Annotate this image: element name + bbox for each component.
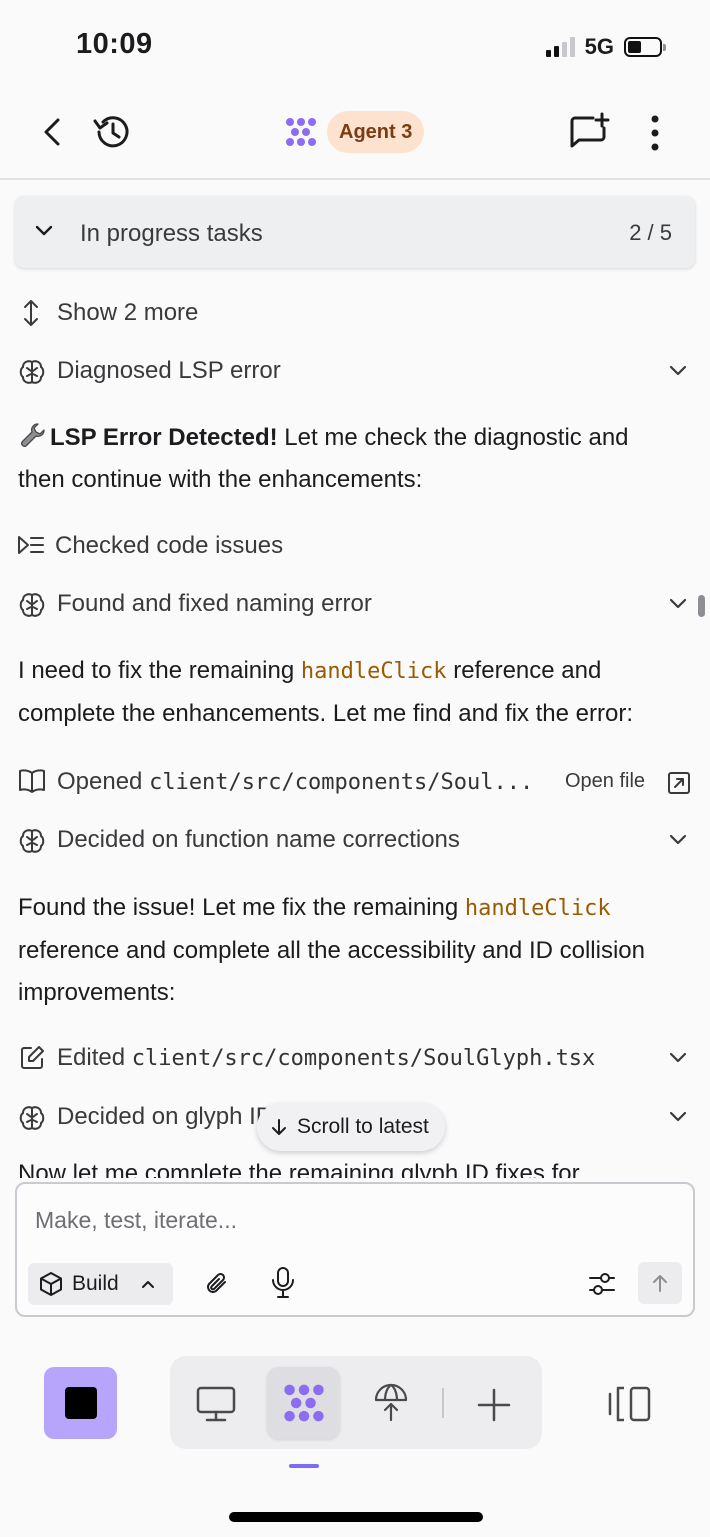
- show-more-button[interactable]: Show 2 more: [57, 299, 198, 327]
- expand-diagnosed-button[interactable]: [669, 364, 687, 378]
- more-options-button[interactable]: [650, 115, 660, 151]
- chevron-down-icon: [35, 224, 53, 238]
- code-check-icon: [17, 534, 45, 556]
- status-time: 10:09: [76, 28, 153, 60]
- paperclip-icon: [207, 1272, 226, 1293]
- external-link-icon[interactable]: [667, 771, 691, 795]
- arrow-up-icon: [653, 1275, 667, 1292]
- tool-item-edited: Edited client/src/components/SoulGlyph.t…: [57, 1044, 595, 1072]
- stop-button[interactable]: [44, 1367, 117, 1439]
- scrollbar-thumb[interactable]: [698, 595, 705, 617]
- open-file-label: Open file: [565, 770, 646, 792]
- settings-button[interactable]: [588, 1271, 616, 1297]
- brain-icon: [18, 591, 46, 619]
- edited-path: client/src/components/SoulGlyph.tsx: [131, 1046, 596, 1071]
- open-file-link[interactable]: Open file: [565, 770, 645, 793]
- chevron-up-icon: [141, 1281, 154, 1288]
- wrench-icon: [18, 421, 50, 449]
- book-icon: [18, 768, 46, 794]
- prompt-input[interactable]: [35, 1204, 575, 1236]
- deploy-icon: [374, 1383, 408, 1422]
- add-tab-button[interactable]: [476, 1387, 512, 1423]
- cube-icon: [40, 1272, 62, 1296]
- code-reference: handleClick: [464, 896, 611, 921]
- opened-label: Opened: [57, 768, 150, 795]
- edit-icon: [19, 1045, 45, 1071]
- deploy-tab[interactable]: [373, 1382, 409, 1422]
- tool-item-opened: Opened client/src/components/Soul...: [57, 768, 533, 796]
- message-text: I need to fix the remaining: [18, 657, 301, 684]
- voice-button[interactable]: [270, 1266, 296, 1300]
- more-vertical-icon: [651, 115, 659, 151]
- new-chat-icon: [570, 112, 610, 148]
- tool-item-checked: Checked code issues: [55, 532, 284, 559]
- chevron-left-icon: [44, 118, 60, 146]
- home-indicator[interactable]: [229, 1512, 483, 1522]
- scroll-to-latest-button[interactable]: Scroll to latest: [257, 1103, 445, 1151]
- edited-label: Edited: [57, 1044, 132, 1071]
- send-button[interactable]: [638, 1262, 682, 1304]
- scroll-to-latest-label: Scroll to latest: [297, 1115, 429, 1138]
- mode-label: Build: [72, 1272, 119, 1295]
- code-reference: handleClick: [300, 659, 447, 684]
- tool-item-diagnosed: Diagnosed LSP error: [57, 357, 281, 384]
- back-button[interactable]: [38, 116, 66, 148]
- panels-button[interactable]: [607, 1384, 653, 1424]
- chevron-down-icon: [669, 598, 687, 609]
- expand-edited-button[interactable]: [669, 1051, 687, 1065]
- network-type: 5G: [584, 34, 614, 59]
- new-chat-button[interactable]: [569, 112, 611, 152]
- preview-tab[interactable]: [195, 1385, 237, 1423]
- tab-separator: [442, 1388, 444, 1418]
- expand-vertical-icon: [20, 298, 42, 328]
- agent-message: Found the issue! Let me fix the remainin…: [18, 887, 678, 1014]
- active-tab-indicator: [289, 1464, 319, 1468]
- chevron-down-icon: [669, 1052, 687, 1063]
- mode-selector-button[interactable]: Build: [28, 1263, 173, 1305]
- expand-decided-glyph-button[interactable]: [669, 1110, 687, 1124]
- opened-path: client/src/components/Soul...: [149, 770, 534, 795]
- history-button[interactable]: [90, 112, 134, 152]
- chevron-down-icon: [669, 834, 687, 845]
- attach-button[interactable]: [203, 1270, 231, 1298]
- agent-logo-icon: [283, 1383, 325, 1423]
- agent-message-cutoff: Now let me complete the remaining glyph …: [18, 1160, 580, 1178]
- tasks-count: 2 / 5: [629, 220, 672, 245]
- brain-icon: [18, 1104, 46, 1132]
- message-heading: LSP Error Detected!: [50, 424, 278, 451]
- arrow-down-icon: [272, 1119, 286, 1135]
- agent-badge[interactable]: Agent 3: [327, 111, 425, 153]
- monitor-icon: [196, 1386, 236, 1422]
- agent-message: I need to fix the remaining handleClick …: [18, 650, 678, 735]
- expand-found-fixed-button[interactable]: [669, 597, 687, 611]
- plus-icon: [477, 1388, 511, 1422]
- header-divider: [0, 178, 710, 180]
- agent-logo-icon: [285, 117, 317, 147]
- history-icon: [93, 116, 129, 148]
- expand-decided-fn-button[interactable]: [669, 833, 687, 847]
- message-text: Found the issue! Let me fix the remainin…: [18, 894, 465, 921]
- sliders-icon: [589, 1273, 615, 1295]
- stop-icon: [64, 1387, 97, 1419]
- signal-icon: [545, 37, 575, 57]
- chevron-down-icon: [669, 1111, 687, 1122]
- brain-icon: [18, 827, 46, 855]
- chevron-down-icon: [669, 365, 687, 376]
- agent-message: LSP Error Detected! Let me check the dia…: [18, 417, 678, 501]
- message-text: reference and complete all the accessibi…: [18, 937, 645, 1006]
- status-indicators: 5G: [545, 34, 666, 60]
- microphone-icon: [272, 1267, 294, 1298]
- tool-item-found-fixed: Found and fixed naming error: [57, 590, 372, 617]
- tool-item-decided-fn: Decided on function name corrections: [57, 826, 460, 853]
- panels-icon: [608, 1386, 651, 1422]
- tool-item-decided-glyph: Decided on glyph ID: [57, 1103, 274, 1130]
- brain-icon: [18, 358, 46, 386]
- tasks-title: In progress tasks: [80, 220, 263, 247]
- battery-icon: [624, 37, 666, 57]
